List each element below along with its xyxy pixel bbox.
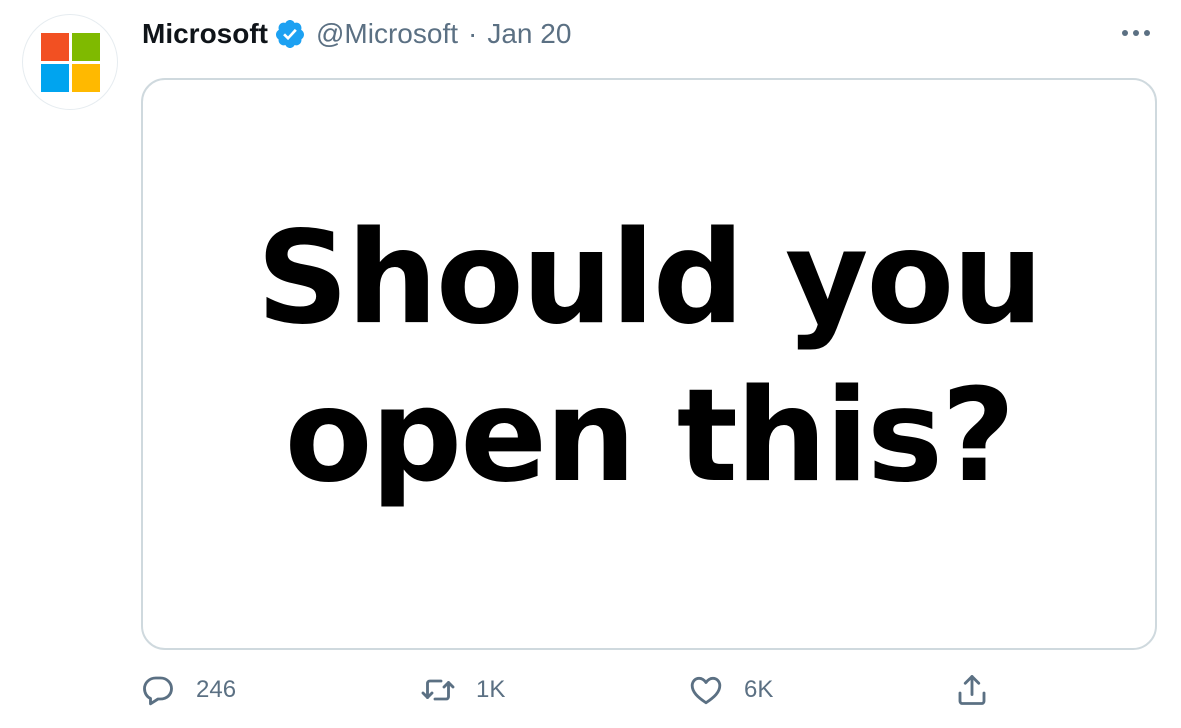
user-handle[interactable]: @Microsoft	[316, 18, 458, 50]
retweet-button[interactable]: 1K	[420, 670, 505, 710]
heart-icon	[690, 676, 722, 705]
retweet-icon	[421, 679, 455, 701]
dot-separator: ·	[468, 18, 478, 49]
display-name[interactable]: Microsoft	[142, 18, 268, 50]
tweet-media-image[interactable]: Should you open this?	[141, 78, 1157, 650]
microsoft-logo	[40, 32, 100, 92]
tweet-date[interactable]: Jan 20	[487, 18, 571, 50]
reply-button[interactable]: 246	[140, 670, 236, 710]
tweet-header: Microsoft @Microsoft · Jan 20	[142, 14, 571, 54]
more-options-button[interactable]	[1116, 18, 1156, 48]
reply-icon	[143, 676, 173, 706]
logo-square-red	[40, 32, 69, 61]
more-horizontal-icon	[1122, 30, 1150, 36]
share-icon	[958, 675, 986, 705]
media-line: Should you	[256, 204, 1044, 353]
media-text: Should you open this?	[256, 200, 1044, 516]
avatar[interactable]	[22, 14, 118, 110]
media-line: open this?	[284, 362, 1016, 511]
retweet-count: 1K	[476, 676, 506, 703]
like-button[interactable]: 6K	[688, 670, 773, 710]
like-count: 6K	[744, 676, 774, 703]
share-button[interactable]	[954, 670, 990, 710]
logo-square-blue	[40, 63, 69, 92]
logo-square-yellow	[71, 63, 100, 92]
verified-badge-icon	[274, 18, 306, 50]
reply-count: 246	[196, 676, 237, 703]
logo-square-green	[71, 32, 100, 61]
